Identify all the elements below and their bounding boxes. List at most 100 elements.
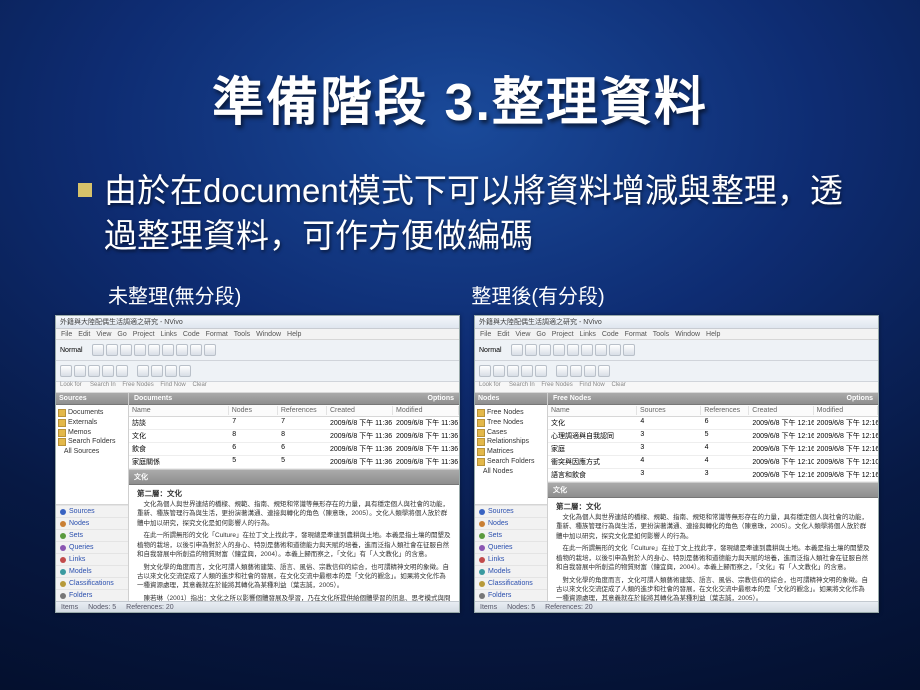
- toolbar-button[interactable]: [521, 365, 533, 377]
- table-row[interactable]: 家庭342009/6/8 下午 12:162009/6/8 下午 12:16: [548, 443, 878, 456]
- toolbar-button[interactable]: [493, 365, 505, 377]
- nav-link[interactable]: Sets: [475, 529, 547, 541]
- menu-item[interactable]: Edit: [78, 331, 90, 338]
- menu-item[interactable]: File: [480, 331, 491, 338]
- toolbar-button[interactable]: [581, 344, 593, 356]
- tree-item[interactable]: Cases: [477, 428, 545, 438]
- nav-link[interactable]: Folders: [475, 589, 547, 601]
- menu-item[interactable]: Go: [536, 331, 545, 338]
- nav-link[interactable]: Links: [475, 553, 547, 565]
- search-scope[interactable]: Free Nodes: [122, 382, 153, 388]
- toolbar-button[interactable]: [88, 365, 100, 377]
- clear-button[interactable]: Clear: [611, 382, 625, 388]
- toolbar-button[interactable]: [106, 344, 118, 356]
- nav-link[interactable]: Models: [56, 565, 128, 577]
- sidebar-tree[interactable]: Free Nodes Tree Nodes Cases Relationship…: [475, 405, 547, 504]
- toolbar-button[interactable]: [535, 365, 547, 377]
- col-header[interactable]: Nodes: [229, 406, 278, 415]
- toolbar-button[interactable]: [92, 344, 104, 356]
- toolbar-button[interactable]: [120, 344, 132, 356]
- nav-link[interactable]: Nodes: [56, 517, 128, 529]
- nav-link[interactable]: Sources: [475, 505, 547, 517]
- tree-item[interactable]: All Nodes: [477, 467, 545, 477]
- toolbar-button[interactable]: [165, 365, 177, 377]
- app-menubar[interactable]: File Edit View Go Project Links Code For…: [475, 329, 878, 340]
- tree-item[interactable]: Externals: [58, 418, 126, 428]
- tree-item[interactable]: Memos: [58, 428, 126, 438]
- menu-item[interactable]: Edit: [497, 331, 509, 338]
- app-menubar[interactable]: File Edit View Go Project Links Code For…: [56, 329, 459, 340]
- toolbar-button[interactable]: [204, 344, 216, 356]
- col-header[interactable]: Created: [749, 406, 813, 415]
- toolbar-button[interactable]: [190, 344, 202, 356]
- find-now-button[interactable]: Find Now: [579, 382, 604, 388]
- toolbar-button[interactable]: [176, 344, 188, 356]
- nav-link[interactable]: Nodes: [475, 517, 547, 529]
- table-row[interactable]: 心理調適與自我認同352009/6/8 下午 12:162009/6/8 下午 …: [548, 430, 878, 443]
- grid-columns[interactable]: Name Nodes References Created Modified: [129, 405, 459, 417]
- nav-link[interactable]: Links: [56, 553, 128, 565]
- col-header[interactable]: References: [701, 406, 749, 415]
- tree-item[interactable]: Free Nodes: [477, 408, 545, 418]
- tree-item[interactable]: Documents: [58, 408, 126, 418]
- nav-link[interactable]: Queries: [475, 541, 547, 553]
- tree-item[interactable]: Tree Nodes: [477, 418, 545, 428]
- tree-item[interactable]: Search Folders: [58, 437, 126, 447]
- toolbar-button[interactable]: [623, 344, 635, 356]
- menu-item[interactable]: Help: [706, 331, 720, 338]
- menu-item[interactable]: Window: [256, 331, 281, 338]
- nav-link[interactable]: Classifications: [56, 577, 128, 589]
- grid-columns[interactable]: Name Sources References Created Modified: [548, 405, 878, 417]
- table-row[interactable]: 語言和飲食332009/6/8 下午 12:162009/6/8 下午 12:1…: [548, 469, 878, 482]
- nav-link[interactable]: Queries: [56, 541, 128, 553]
- toolbar-button[interactable]: [137, 365, 149, 377]
- table-row[interactable]: 衝突與因應方式442009/6/8 下午 12:102009/6/8 下午 12…: [548, 456, 878, 469]
- col-header[interactable]: References: [278, 406, 327, 415]
- toolbar-button[interactable]: [584, 365, 596, 377]
- table-row[interactable]: 訪談772009/6/8 下午 11:362009/6/8 下午 11:36: [129, 417, 459, 430]
- nav-link[interactable]: Classifications: [475, 577, 547, 589]
- toolbar-button[interactable]: [556, 365, 568, 377]
- menu-item[interactable]: Code: [602, 331, 619, 338]
- tree-item[interactable]: Search Folders: [477, 457, 545, 467]
- menu-item[interactable]: View: [515, 331, 530, 338]
- toolbar-button[interactable]: [539, 344, 551, 356]
- toolbar-button[interactable]: [116, 365, 128, 377]
- document-view[interactable]: 第二層：文化 文化為個人與世界連結的橋樑、規範、指南、規矩和常識等無形存在的力量…: [548, 498, 878, 601]
- menu-item[interactable]: Links: [161, 331, 177, 338]
- toolbar-button[interactable]: [162, 344, 174, 356]
- menu-item[interactable]: Tools: [653, 331, 669, 338]
- tree-item[interactable]: Relationships: [477, 437, 545, 447]
- toolbar-button[interactable]: [570, 365, 582, 377]
- sidebar-tree[interactable]: Documents Externals Memos Search Folders…: [56, 405, 128, 504]
- toolbar-button[interactable]: [479, 365, 491, 377]
- nav-link[interactable]: Sets: [56, 529, 128, 541]
- col-header[interactable]: Name: [129, 406, 229, 415]
- table-row[interactable]: 飲食662009/6/8 下午 11:362009/6/8 下午 11:36: [129, 443, 459, 456]
- menu-item[interactable]: Links: [580, 331, 596, 338]
- document-view[interactable]: 第二層：文化 文化為個人與世界連結的橋樑、規範、指南、規矩和常識等無形存在的力量…: [129, 485, 459, 601]
- search-bar[interactable]: Look for Search In Free Nodes Find Now C…: [56, 382, 459, 393]
- search-scope[interactable]: Free Nodes: [541, 382, 572, 388]
- menu-item[interactable]: Tools: [234, 331, 250, 338]
- col-header[interactable]: Name: [548, 406, 637, 415]
- toolbar-button[interactable]: [525, 344, 537, 356]
- clear-button[interactable]: Clear: [192, 382, 206, 388]
- toolbar-button[interactable]: [609, 344, 621, 356]
- menu-item[interactable]: Project: [133, 331, 155, 338]
- menu-item[interactable]: View: [96, 331, 111, 338]
- toolbar-button[interactable]: [74, 365, 86, 377]
- toolbar-button[interactable]: [511, 344, 523, 356]
- toolbar-button[interactable]: [598, 365, 610, 377]
- toolbar-button[interactable]: [151, 365, 163, 377]
- table-row[interactable]: 家庭關係552009/6/8 下午 11:362009/6/8 下午 11:36: [129, 456, 459, 469]
- find-now-button[interactable]: Find Now: [160, 382, 185, 388]
- menu-item[interactable]: Format: [206, 331, 228, 338]
- nav-link[interactable]: Sources: [56, 505, 128, 517]
- table-row[interactable]: 文化462009/6/8 下午 12:162009/6/8 下午 12:16: [548, 417, 878, 430]
- toolbar-button[interactable]: [134, 344, 146, 356]
- toolbar-button[interactable]: [507, 365, 519, 377]
- nav-link[interactable]: Folders: [56, 589, 128, 601]
- nav-link[interactable]: Models: [475, 565, 547, 577]
- menu-item[interactable]: Code: [183, 331, 200, 338]
